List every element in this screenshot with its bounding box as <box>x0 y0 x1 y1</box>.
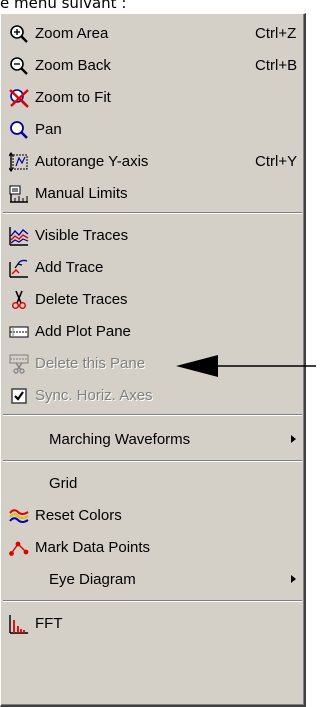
pointer-arrow-icon <box>176 355 316 377</box>
fft-icon <box>9 615 28 634</box>
heading-fragment: e menu suivant : <box>0 0 127 10</box>
delete-pane-icon <box>9 354 29 374</box>
menu-item-mark-data-points[interactable]: Mark Data Points <box>1 532 301 563</box>
menu-item-grid[interactable]: Grid <box>1 468 301 499</box>
reset-colors-icon <box>9 509 29 523</box>
menu-item-label: Autorange Y-axis <box>35 153 149 170</box>
menu-item-manual-limits[interactable]: Manual Limits <box>1 178 301 209</box>
manual-limits-icon <box>9 185 28 203</box>
menu-item-label: Sync. Horiz. Axes <box>35 387 153 404</box>
scissors-icon <box>12 290 26 309</box>
menu-item-label: Zoom Area <box>35 25 109 42</box>
plot-pane-icon <box>9 326 29 338</box>
menu-item-delete-traces[interactable]: Delete Traces <box>1 284 301 315</box>
menu-item-label: Pan <box>35 121 62 138</box>
menu-item-label: Marching Waveforms <box>49 431 191 448</box>
menu-item-label: Add Plot Pane <box>35 323 131 340</box>
zoom-fit-icon <box>9 89 29 108</box>
menu-item-label: Zoom to Fit <box>35 89 111 106</box>
menu-item-shortcut: Ctrl+Y <box>255 153 298 170</box>
submenu-arrow-icon <box>291 575 296 583</box>
menu-item-label: Manual Limits <box>35 185 128 202</box>
menu-item-add-plot-pane[interactable]: Add Plot Pane <box>1 316 301 347</box>
menu-item-reset-colors[interactable]: Reset Colors <box>1 500 301 531</box>
autorange-icon <box>9 152 28 172</box>
add-trace-icon <box>9 259 28 278</box>
menu-item-zoom-back[interactable]: Zoom Back Ctrl+B <box>1 50 301 81</box>
menu-item-eye-diagram[interactable]: Eye Diagram <box>1 564 301 595</box>
menu-separator <box>3 460 302 462</box>
menu-item-pan[interactable]: Pan <box>1 114 301 145</box>
menu-separator <box>3 414 302 416</box>
zoom-out-icon <box>10 57 28 75</box>
menu-item-add-trace[interactable]: Add Trace <box>1 252 301 283</box>
menu-item-shortcut: Ctrl+Z <box>255 25 297 42</box>
menu-item-zoom-to-fit[interactable]: Zoom to Fit <box>1 82 301 113</box>
menu-item-fft[interactable]: FFT <box>1 608 301 639</box>
menu-item-label: Eye Diagram <box>49 571 136 588</box>
checkbox-icon <box>11 388 27 404</box>
menu-item-shortcut: Ctrl+B <box>255 57 298 74</box>
menu-item-label: Delete Traces <box>35 291 128 308</box>
zoom-in-icon <box>10 25 28 43</box>
menu-item-label: Delete this Pane <box>35 355 146 372</box>
menu-item-label: FFT <box>35 615 63 632</box>
menu-item-label: Visible Traces <box>35 227 129 244</box>
menu-item-visible-traces[interactable]: Visible Traces <box>1 220 301 251</box>
visible-traces-icon <box>9 227 29 246</box>
menu-separator <box>3 212 302 214</box>
pan-icon <box>10 121 28 139</box>
menu-item-label: Reset Colors <box>35 507 122 524</box>
menu-item-autorange-y-axis[interactable]: Autorange Y-axis Ctrl+Y <box>1 146 301 177</box>
menu-separator <box>3 600 302 602</box>
menu-item-label: Add Trace <box>35 259 104 276</box>
menu-item-label: Grid <box>49 475 78 492</box>
menu-item-marching-waveforms[interactable]: Marching Waveforms <box>1 424 301 455</box>
menu-item-sync-horiz-axes[interactable]: Sync. Horiz. Axes <box>1 380 301 411</box>
menu-item-label: Zoom Back <box>35 57 111 74</box>
menu-item-label: Mark Data Points <box>35 539 151 556</box>
mark-points-icon <box>9 541 29 556</box>
menu-item-zoom-area[interactable]: Zoom Area Ctrl+Z <box>1 18 301 49</box>
submenu-arrow-icon <box>291 435 296 443</box>
